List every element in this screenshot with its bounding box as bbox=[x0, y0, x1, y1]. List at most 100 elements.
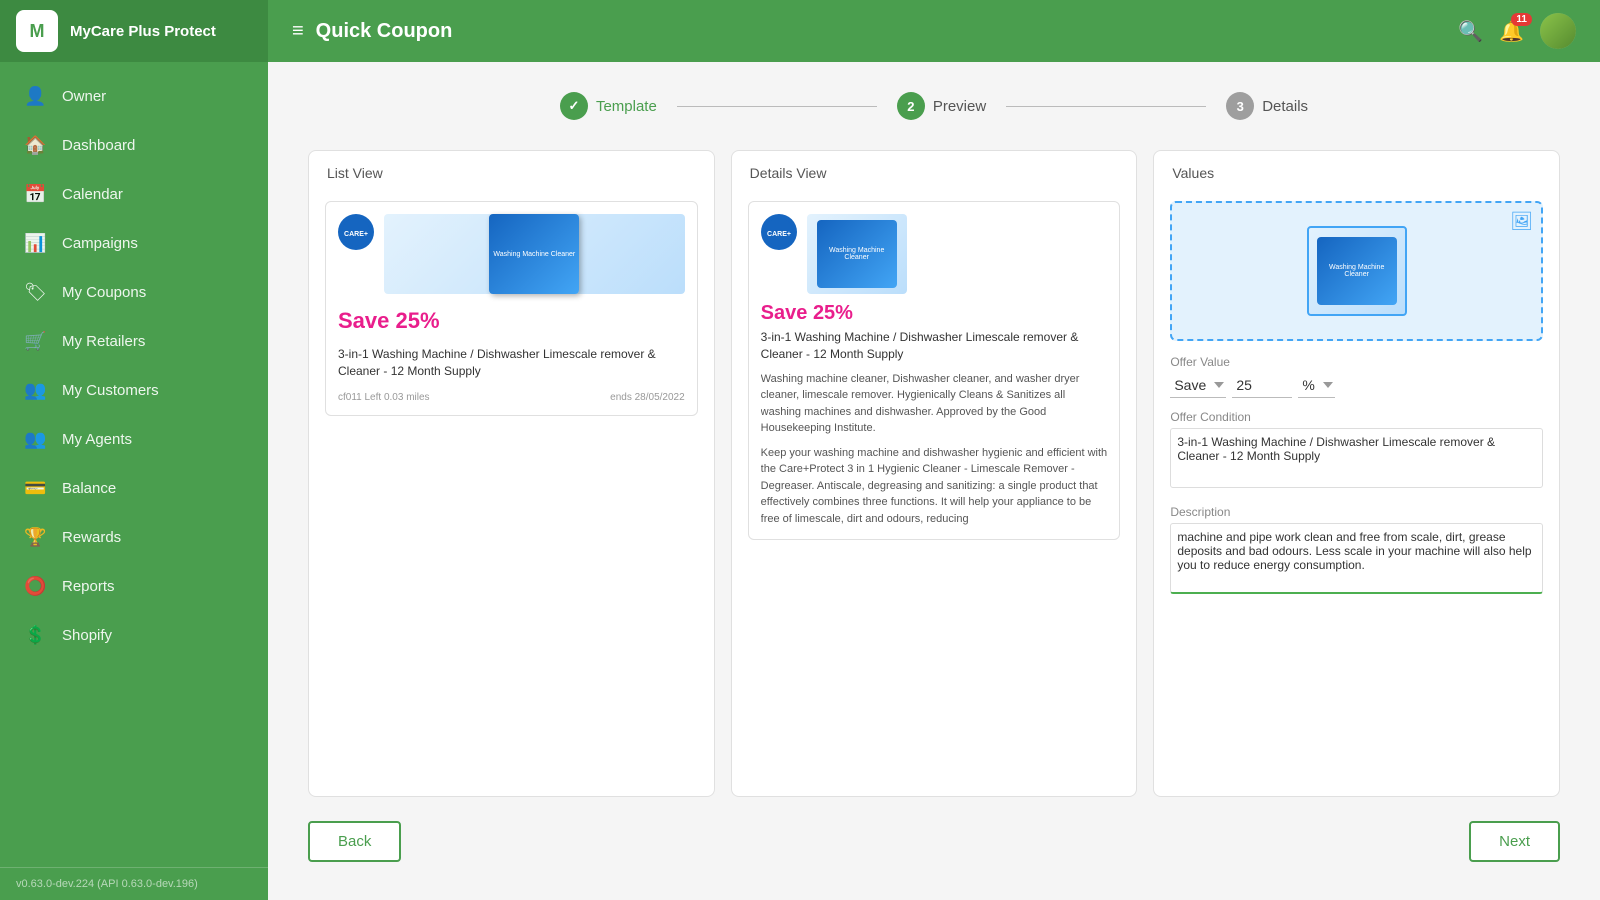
sidebar-item-label: Campaigns bbox=[62, 235, 138, 252]
coupons-icon: 🏷 bbox=[24, 282, 46, 303]
image-upload-area[interactable]: Washing Machine Cleaner 🖼 bbox=[1170, 201, 1543, 341]
sidebar-item-label: Calendar bbox=[62, 186, 123, 203]
list-preview: CARE+ Washing Machine Cleaner Save 25% 3… bbox=[325, 201, 698, 416]
notification-badge: 11 bbox=[1511, 13, 1532, 26]
sidebar-header: M MyCare Plus Protect bbox=[0, 0, 268, 62]
notification-icon[interactable]: 🔔 11 bbox=[1499, 19, 1524, 44]
product-logo: CARE+ bbox=[338, 214, 374, 250]
sidebar-item-label: My Retailers bbox=[62, 333, 145, 350]
stepper: ✓ Template 2 Preview 3 Details bbox=[308, 92, 1560, 120]
step-3-details: 3 Details bbox=[1226, 92, 1308, 120]
shopify-icon: 💲 bbox=[24, 625, 46, 646]
sidebar-item-label: Dashboard bbox=[62, 137, 135, 154]
dashboard-icon: 🏠 bbox=[24, 135, 46, 156]
offer-unit-select[interactable]: % bbox=[1298, 373, 1335, 398]
sidebar-item-my-retailers[interactable]: 🛒 My Retailers bbox=[0, 317, 268, 366]
rewards-icon: 🏆 bbox=[24, 527, 46, 548]
sidebar-item-my-coupons[interactable]: 🏷 My Coupons bbox=[0, 268, 268, 317]
retailers-icon: 🛒 bbox=[24, 331, 46, 352]
details-product-image: Washing Machine Cleaner bbox=[807, 214, 907, 294]
svg-text:CARE+: CARE+ bbox=[767, 231, 791, 238]
step-3-circle: 3 bbox=[1226, 92, 1254, 120]
details-save-label: Save 25% bbox=[761, 302, 1108, 325]
values-card: Values Washing Machine Cleaner 🖼 Offer bbox=[1153, 150, 1560, 797]
offer-value-select[interactable]: Save bbox=[1170, 373, 1226, 398]
product-image-list: Washing Machine Cleaner bbox=[384, 214, 685, 294]
sidebar: M MyCare Plus Protect 👤 Owner 🏠 Dashboar… bbox=[0, 0, 268, 900]
step-2-number: 2 bbox=[907, 99, 914, 114]
sidebar-item-label: Owner bbox=[62, 88, 106, 105]
svg-text:CARE+: CARE+ bbox=[344, 231, 368, 238]
list-save-label: Save 25% bbox=[338, 308, 685, 334]
calendar-icon: 📅 bbox=[24, 184, 46, 205]
list-view-body: CARE+ Washing Machine Cleaner Save 25% 3… bbox=[309, 189, 714, 796]
main-content: ≡ Quick Coupon 🔍 🔔 11 ✓ Template bbox=[268, 0, 1600, 900]
sidebar-item-my-customers[interactable]: 👥 My Customers bbox=[0, 366, 268, 415]
offer-condition-textarea[interactable]: 3-in-1 Washing Machine / Dishwasher Lime… bbox=[1170, 428, 1543, 488]
sidebar-item-label: Balance bbox=[62, 480, 116, 497]
image-upload-inner: Washing Machine Cleaner bbox=[1307, 226, 1407, 316]
list-view-header: List View bbox=[309, 151, 714, 189]
sidebar-item-owner[interactable]: 👤 Owner bbox=[0, 72, 268, 121]
topbar-actions: 🔍 🔔 11 bbox=[1458, 13, 1576, 49]
sidebar-item-label: My Coupons bbox=[62, 284, 146, 301]
list-product-meta: cf011 Left 0.03 miles ends 28/05/2022 bbox=[338, 392, 685, 403]
sidebar-item-my-agents[interactable]: 👥 My Agents bbox=[0, 415, 268, 464]
sidebar-item-shopify[interactable]: 💲 Shopify bbox=[0, 611, 268, 660]
offer-value-label: Offer Value bbox=[1170, 355, 1543, 369]
sidebar-item-label: Reports bbox=[62, 578, 115, 595]
next-button[interactable]: Next bbox=[1469, 821, 1560, 862]
step-1-circle: ✓ bbox=[560, 92, 588, 120]
offer-value-group: Offer Value Save % bbox=[1170, 355, 1543, 398]
topbar: ≡ Quick Coupon 🔍 🔔 11 bbox=[268, 0, 1600, 62]
step-1-label: Template bbox=[596, 98, 657, 115]
sidebar-item-campaigns[interactable]: 📊 Campaigns bbox=[0, 219, 268, 268]
menu-icon[interactable]: ≡ bbox=[292, 20, 304, 43]
offer-condition-label: Offer Condition bbox=[1170, 410, 1543, 424]
step-connector-2 bbox=[1006, 106, 1206, 107]
reports-icon: ⭕ bbox=[24, 576, 46, 597]
search-icon[interactable]: 🔍 bbox=[1458, 19, 1483, 44]
sidebar-item-rewards[interactable]: 🏆 Rewards bbox=[0, 513, 268, 562]
back-button[interactable]: Back bbox=[308, 821, 401, 862]
app-name: MyCare Plus Protect bbox=[70, 23, 216, 40]
description-group: Description machine and pipe work clean … bbox=[1170, 505, 1543, 599]
list-product-title: 3-in-1 Washing Machine / Dishwasher Lime… bbox=[338, 346, 685, 380]
sidebar-item-balance[interactable]: 💳 Balance bbox=[0, 464, 268, 513]
step-3-label: Details bbox=[1262, 98, 1308, 115]
product-box-list: Washing Machine Cleaner bbox=[489, 214, 579, 294]
details-description-2: Keep your washing machine and dishwasher… bbox=[761, 445, 1108, 528]
details-preview: CARE+ Washing Machine Cleaner Save 25% 3… bbox=[748, 201, 1121, 540]
sidebar-item-dashboard[interactable]: 🏠 Dashboard bbox=[0, 121, 268, 170]
campaigns-icon: 📊 bbox=[24, 233, 46, 254]
sidebar-item-label: My Agents bbox=[62, 431, 132, 448]
sidebar-item-label: Rewards bbox=[62, 529, 121, 546]
sidebar-item-calendar[interactable]: 📅 Calendar bbox=[0, 170, 268, 219]
sidebar-item-reports[interactable]: ⭕ Reports bbox=[0, 562, 268, 611]
step-2-preview: 2 Preview bbox=[897, 92, 986, 120]
step-1-number: ✓ bbox=[569, 98, 580, 114]
list-preview-top: CARE+ Washing Machine Cleaner bbox=[338, 214, 685, 294]
details-description-1: Washing machine cleaner, Dishwasher clea… bbox=[761, 371, 1108, 437]
details-logo: CARE+ bbox=[761, 214, 797, 250]
step-2-circle: 2 bbox=[897, 92, 925, 120]
offer-amount-input[interactable] bbox=[1232, 373, 1292, 398]
customers-icon: 👥 bbox=[24, 380, 46, 401]
balance-icon: 💳 bbox=[24, 478, 46, 499]
meta-right: ends 28/05/2022 bbox=[610, 392, 685, 403]
step-connector-1 bbox=[677, 106, 877, 107]
avatar[interactable] bbox=[1540, 13, 1576, 49]
step-2-label: Preview bbox=[933, 98, 986, 115]
bottom-nav: Back Next bbox=[308, 821, 1560, 870]
version-label: v0.63.0-dev.224 (API 0.63.0-dev.196) bbox=[0, 867, 268, 900]
details-product-title: 3-in-1 Washing Machine / Dishwasher Lime… bbox=[761, 329, 1108, 363]
agents-icon: 👥 bbox=[24, 429, 46, 450]
owner-icon: 👤 bbox=[24, 86, 46, 107]
list-view-card: List View CARE+ Washing Machine Cleaner bbox=[308, 150, 715, 797]
values-header: Values bbox=[1154, 151, 1559, 189]
description-textarea[interactable]: machine and pipe work clean and free fro… bbox=[1170, 523, 1543, 594]
details-top: CARE+ Washing Machine Cleaner bbox=[761, 214, 1108, 294]
details-view-card: Details View CARE+ Washing Machine Clean… bbox=[731, 150, 1138, 797]
sidebar-nav: 👤 Owner 🏠 Dashboard 📅 Calendar 📊 Campaig… bbox=[0, 62, 268, 867]
step-1-template: ✓ Template bbox=[560, 92, 657, 120]
